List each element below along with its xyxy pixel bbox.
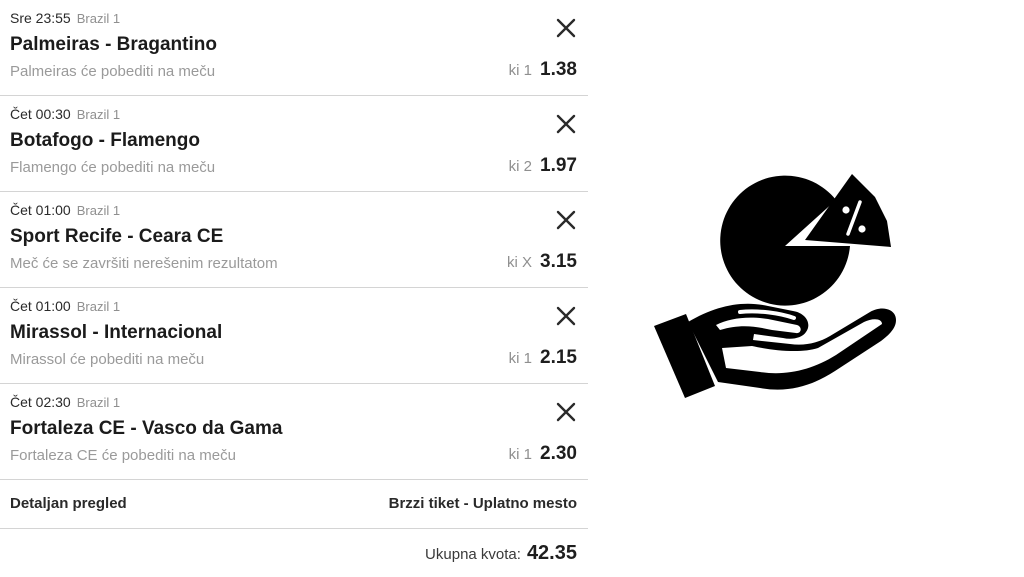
bet-slip: Sre 23:55 Brazil 1 Palmeiras - Bragantino…: [0, 0, 588, 577]
bet-odds: ki 1 1.38: [509, 59, 577, 81]
bet-match: Fortaleza CE - Vasco da Gama: [10, 418, 283, 439]
bet-item: Čet 01:00 Brazil 1 Sport Recife - Ceara C…: [0, 192, 588, 288]
quick-ticket-link[interactable]: Brzzi tiket - Uplatno mesto: [389, 495, 577, 512]
bet-time: Čet 02:30: [10, 394, 71, 410]
total-odds-row: Ukupna kvota: 42.35: [0, 529, 588, 577]
bet-item: Čet 02:30 Brazil 1 Fortaleza CE - Vasco d…: [0, 384, 588, 480]
odds-label: ki 1: [508, 446, 533, 463]
bet-match: Botafogo - Flamengo: [10, 130, 200, 151]
bet-meta: Čet 01:00 Brazil 1: [10, 298, 120, 314]
close-icon[interactable]: [554, 208, 578, 232]
bet-league: Brazil 1: [76, 203, 121, 218]
bet-time: Sre 23:55: [10, 10, 71, 26]
bet-pick: Flamengo će pobediti na meču: [10, 159, 216, 176]
odds-label: ki X: [507, 254, 533, 271]
bet-time: Čet 01:00: [10, 298, 71, 314]
close-icon[interactable]: [554, 304, 578, 328]
bet-item: Čet 01:00 Brazil 1 Mirassol - Internacion…: [0, 288, 588, 384]
odds-label: ki 2: [508, 158, 533, 175]
detailed-overview-link[interactable]: Detaljan pregled: [10, 495, 127, 512]
bet-meta: Sre 23:55 Brazil 1: [10, 10, 120, 26]
bet-odds: ki 1 2.30: [509, 443, 577, 465]
bet-odds: ki 1 2.15: [509, 347, 577, 369]
odds-value: 3.15: [540, 251, 577, 272]
bet-league: Brazil 1: [76, 107, 121, 122]
total-odds-value: 42.35: [526, 542, 577, 564]
odds-value: 1.38: [540, 59, 577, 80]
bet-meta: Čet 02:30 Brazil 1: [10, 394, 120, 410]
odds-label: ki 1: [508, 62, 533, 79]
total-odds-label: Ukupna kvota:: [425, 546, 521, 563]
bet-match: Mirassol - Internacional: [10, 322, 223, 343]
odds-value: 1.97: [540, 155, 577, 176]
odds-value: 2.30: [540, 443, 577, 464]
bet-match: Palmeiras - Bragantino: [10, 34, 217, 55]
bet-time: Čet 01:00: [10, 202, 71, 218]
bet-meta: Čet 01:00 Brazil 1: [10, 202, 120, 218]
bet-match: Sport Recife - Ceara CE: [10, 226, 224, 247]
odds-value: 2.15: [540, 347, 577, 368]
hand-holding-pie-chart-percent-icon: [640, 160, 920, 400]
odds-label: ki 1: [508, 350, 533, 367]
bet-odds: ki X 3.15: [507, 251, 577, 273]
total-odds: Ukupna kvota: 42.35: [425, 542, 577, 565]
close-icon[interactable]: [554, 112, 578, 136]
close-icon[interactable]: [554, 16, 578, 40]
bet-league: Brazil 1: [76, 11, 121, 26]
bet-pick: Fortaleza CE će pobediti na meču: [10, 447, 236, 464]
bet-time: Čet 00:30: [10, 106, 71, 122]
bet-pick: Palmeiras će pobediti na meču: [10, 63, 216, 80]
bet-league: Brazil 1: [76, 299, 121, 314]
bet-pick: Meč će se završiti nerešenim rezultatom: [10, 255, 278, 272]
close-icon[interactable]: [554, 400, 578, 424]
bet-item: Čet 00:30 Brazil 1 Botafogo - Flamengo Fl…: [0, 96, 588, 192]
bet-item: Sre 23:55 Brazil 1 Palmeiras - Bragantino…: [0, 0, 588, 96]
slip-footer: Detaljan pregled Brzzi tiket - Uplatno m…: [0, 480, 588, 529]
bet-pick: Mirassol će pobediti na meču: [10, 351, 205, 368]
bet-odds: ki 2 1.97: [509, 155, 577, 177]
bet-league: Brazil 1: [76, 395, 121, 410]
bet-meta: Čet 00:30 Brazil 1: [10, 106, 120, 122]
